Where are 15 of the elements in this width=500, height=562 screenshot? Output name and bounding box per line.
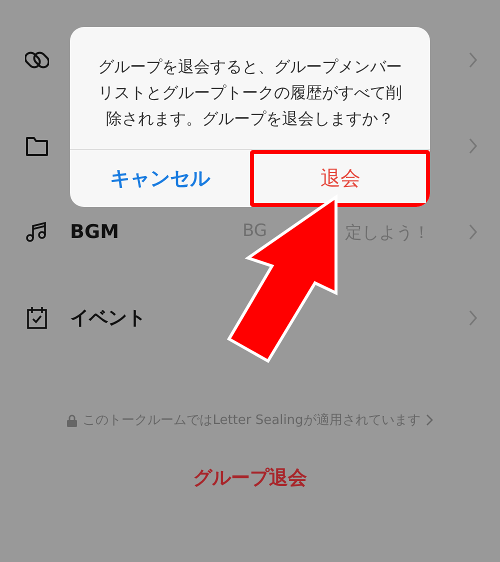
chevron-icon — [468, 137, 478, 155]
lock-icon — [66, 414, 77, 426]
chevron-icon — [468, 51, 478, 69]
chevron-icon — [426, 414, 434, 426]
dialog-message: グループを退会すると、グループメンバーリストとグループトークの履歴がすべて削除されます。グループを退会しますか？ — [97, 56, 403, 130]
chevron-icon — [468, 223, 478, 241]
row-label: BGM — [70, 221, 119, 243]
folder-icon — [25, 135, 49, 157]
chevron-icon — [468, 309, 478, 327]
row-label: イベント — [70, 306, 146, 331]
leave-button[interactable]: 退会 — [250, 150, 430, 207]
music-note-icon — [25, 220, 49, 244]
leave-group-button[interactable]: グループ退会 — [193, 465, 307, 491]
cancel-button[interactable]: キャンセル — [70, 150, 250, 207]
calendar-icon — [26, 306, 48, 330]
